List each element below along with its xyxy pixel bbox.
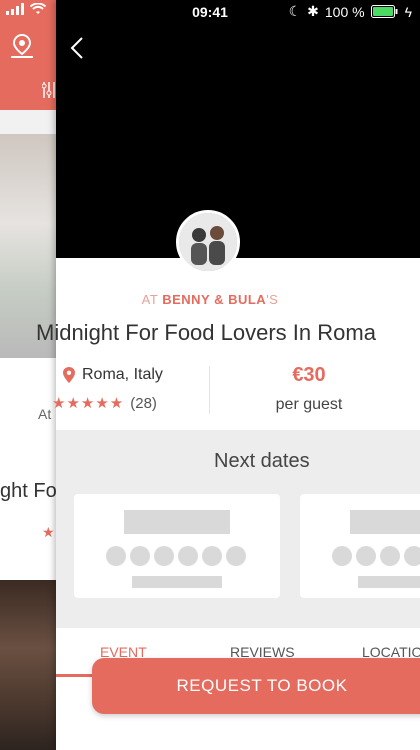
location-pin-icon <box>63 367 75 383</box>
listing-card[interactable] <box>0 358 56 580</box>
listing-photo[interactable] <box>0 580 56 750</box>
map-pin-icon[interactable] <box>8 32 36 60</box>
location-label: Roma, Italy <box>82 366 163 383</box>
placeholder-dot <box>202 546 222 566</box>
host-avatar[interactable] <box>176 210 240 274</box>
moon-icon: ☾ <box>288 3 302 19</box>
placeholder-dot <box>178 546 198 566</box>
placeholder-dot <box>106 546 126 566</box>
placeholder-dot <box>332 546 352 566</box>
host-name-link[interactable]: BENNY & BULA <box>162 292 266 307</box>
system-indicators: ☾ ✱ 100 % ϟ <box>289 3 412 20</box>
time-placeholder <box>132 576 222 588</box>
request-to-book-button[interactable]: REQUEST TO BOOK <box>92 658 420 714</box>
status-bar: 09:41 ☾ ✱ 100 % ϟ <box>0 0 420 24</box>
time-placeholder <box>358 576 420 588</box>
next-dates-heading: Next dates <box>214 450 310 472</box>
date-card[interactable] <box>74 494 280 598</box>
star-rating-icon: ★★★★★ <box>52 395 125 412</box>
review-count: (28) <box>130 394 157 412</box>
date-placeholder <box>350 510 420 534</box>
star-icon: ★ <box>42 524 55 540</box>
background-screen: At ght Fo ★ <box>0 0 56 750</box>
chevron-left-icon <box>70 37 83 59</box>
info-divider <box>209 366 210 414</box>
host-photo <box>179 213 237 271</box>
listing-host-prefix: At <box>38 406 52 422</box>
price-unit: per guest <box>275 396 343 413</box>
placeholder-dot <box>226 546 246 566</box>
host-prefix: AT <box>141 292 159 307</box>
event-location[interactable]: Roma, Italy <box>62 366 163 384</box>
placeholder-dot <box>130 546 150 566</box>
host-line: AT BENNY & BULA'S <box>0 292 420 307</box>
placeholder-dot <box>154 546 174 566</box>
date-card[interactable] <box>300 494 420 598</box>
filter-icon[interactable] <box>42 80 56 100</box>
placeholder-dot <box>404 546 420 566</box>
listing-title-fragment: ght Fo <box>0 480 56 502</box>
hero-image <box>56 0 420 258</box>
host-suffix: 'S <box>266 292 279 307</box>
back-button[interactable] <box>66 32 90 64</box>
event-title: Midnight For Food Lovers In Roma <box>36 320 376 345</box>
battery-icon <box>370 5 398 18</box>
placeholder-dot <box>380 546 400 566</box>
event-price: €30 <box>292 364 326 386</box>
rating-row[interactable]: ★★★★★ (28) <box>52 394 157 413</box>
bluetooth-icon: ✱ <box>307 3 319 19</box>
placeholder-dot <box>356 546 376 566</box>
date-placeholder <box>124 510 230 534</box>
charging-icon: ϟ <box>404 3 412 20</box>
battery-label: 100 % <box>324 3 365 20</box>
